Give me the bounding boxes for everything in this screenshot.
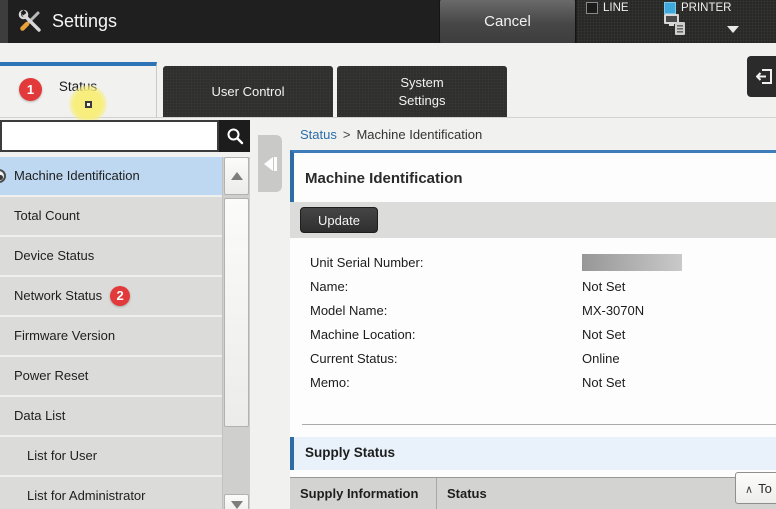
column-status: Status bbox=[437, 478, 487, 509]
sidebar-item-firmware-version[interactable]: Firmware Version bbox=[0, 317, 222, 357]
field-value: Not Set bbox=[582, 375, 625, 390]
arrow-up-icon bbox=[231, 172, 243, 180]
to-top-label: To bbox=[758, 481, 772, 496]
collapse-bar-icon bbox=[274, 157, 277, 171]
sidebar-item-list-for-user[interactable]: List for User bbox=[0, 437, 222, 477]
search-icon bbox=[226, 127, 244, 145]
sidebar-item-machine-identification[interactable]: Machine Identification bbox=[0, 157, 222, 197]
section-header: Machine Identification bbox=[290, 150, 776, 202]
device-dropdown-caret-icon[interactable] bbox=[727, 26, 739, 33]
collapse-left-arrow-icon bbox=[264, 157, 273, 171]
scroll-up-button[interactable] bbox=[224, 157, 249, 195]
status-tab-badge: 1 bbox=[19, 78, 42, 101]
field-label: Machine Location: bbox=[310, 327, 582, 342]
breadcrumb-current: Machine Identification bbox=[356, 127, 482, 142]
sidebar-item-label: Total Count bbox=[14, 208, 80, 223]
search-input[interactable] bbox=[0, 120, 219, 152]
selected-item-icon bbox=[0, 169, 6, 183]
field-value: Not Set bbox=[582, 327, 625, 342]
network-status-badge: 2 bbox=[110, 286, 130, 306]
supply-status-header: Supply Status bbox=[290, 437, 776, 470]
update-button[interactable]: Update bbox=[300, 207, 378, 233]
field-row: Model Name: MX-3070N bbox=[310, 298, 776, 322]
cancel-button[interactable]: Cancel bbox=[439, 0, 576, 43]
settings-screen: Settings Cancel LINE PRINTER bbox=[0, 0, 776, 509]
device-status-panel: LINE PRINTER bbox=[577, 0, 776, 43]
sidebar-item-network-status[interactable]: Network Status 2 bbox=[0, 277, 222, 317]
section-title: Machine Identification bbox=[305, 170, 463, 187]
field-value: MX-3070N bbox=[582, 303, 644, 318]
sidebar-item-device-status[interactable]: Device Status bbox=[0, 237, 222, 277]
sidebar-item-label: Power Reset bbox=[14, 368, 88, 383]
field-row: Machine Location: Not Set bbox=[310, 322, 776, 346]
arrow-down-icon bbox=[231, 501, 243, 509]
tab-system-settings[interactable]: System Settings bbox=[337, 66, 507, 117]
scroll-thumb[interactable] bbox=[224, 198, 249, 427]
field-label: Name: bbox=[310, 279, 582, 294]
field-label: Model Name: bbox=[310, 303, 582, 318]
supply-table-header: Supply Information Status bbox=[290, 477, 776, 509]
field-row: Current Status: Online bbox=[310, 346, 776, 370]
sidebar-item-label: Machine Identification bbox=[14, 168, 140, 183]
line-indicator: LINE bbox=[586, 2, 629, 14]
line-indicator-label: LINE bbox=[603, 2, 629, 14]
sidebar-scrollbar[interactable] bbox=[222, 157, 250, 509]
section-divider bbox=[302, 424, 776, 425]
field-label: Current Status: bbox=[310, 351, 582, 366]
column-supply-information: Supply Information bbox=[290, 478, 437, 509]
breadcrumb-link-status[interactable]: Status bbox=[300, 127, 337, 142]
topbar: Settings Cancel LINE PRINTER bbox=[0, 0, 776, 43]
section-toolbar: Update bbox=[290, 202, 776, 238]
field-label: Unit Serial Number: bbox=[310, 255, 582, 270]
sidebar-item-label: Network Status bbox=[14, 288, 102, 303]
tab-status[interactable]: 1 Status bbox=[0, 62, 157, 117]
field-label: Memo: bbox=[310, 375, 582, 390]
sidebar-item-label: Device Status bbox=[14, 248, 94, 263]
field-row: Unit Serial Number: bbox=[310, 250, 776, 274]
supply-status-title: Supply Status bbox=[305, 445, 395, 460]
sidebar-item-list-for-administrator[interactable]: List for Administrator bbox=[0, 477, 222, 509]
tab-user-control-label: User Control bbox=[212, 84, 285, 99]
field-row: Memo: Not Set bbox=[310, 370, 776, 394]
app-title: Settings bbox=[18, 0, 117, 43]
sidebar-item-label: List for Administrator bbox=[27, 488, 146, 503]
sidebar-item-label: List for User bbox=[27, 448, 97, 463]
printer-status-icon bbox=[663, 13, 689, 43]
sidebar-item-power-reset[interactable]: Power Reset bbox=[0, 357, 222, 397]
chevron-up-icon: ∧ bbox=[745, 484, 753, 496]
field-value: Online bbox=[582, 351, 620, 366]
tabbar-divider bbox=[0, 117, 776, 118]
admin-login-button[interactable]: A bbox=[747, 56, 776, 97]
search-button[interactable] bbox=[219, 120, 250, 152]
line-indicator-box bbox=[586, 2, 598, 14]
redacted-serial-value bbox=[582, 254, 682, 271]
sidebar-item-label: Data List bbox=[14, 408, 65, 423]
sidebar-menu: Machine Identification Total Count Devic… bbox=[0, 157, 222, 509]
sidebar-item-data-list[interactable]: Data List bbox=[0, 397, 222, 437]
field-row: Name: Not Set bbox=[310, 274, 776, 298]
sidebar-item-total-count[interactable]: Total Count bbox=[0, 197, 222, 237]
app-title-label: Settings bbox=[52, 11, 117, 32]
tab-system-settings-label: System Settings bbox=[382, 74, 462, 109]
scroll-down-button[interactable] bbox=[224, 494, 249, 509]
tab-status-label: Status bbox=[59, 79, 97, 94]
machine-fields: Unit Serial Number: Name: Not Set Model … bbox=[310, 250, 776, 394]
login-icon bbox=[756, 68, 773, 85]
breadcrumb: Status > Machine Identification bbox=[300, 127, 482, 142]
sidebar-collapse-button[interactable] bbox=[258, 135, 282, 192]
topbar-left-strip bbox=[0, 0, 8, 43]
breadcrumb-separator: > bbox=[343, 127, 351, 142]
main-panel: Machine Identification Update Unit Seria… bbox=[290, 150, 776, 509]
sidebar-item-label: Firmware Version bbox=[14, 328, 115, 343]
to-top-button[interactable]: ∧ To bbox=[735, 472, 776, 504]
field-value: Not Set bbox=[582, 279, 625, 294]
tab-user-control[interactable]: User Control bbox=[163, 66, 333, 117]
wrench-screwdriver-icon bbox=[18, 9, 44, 35]
